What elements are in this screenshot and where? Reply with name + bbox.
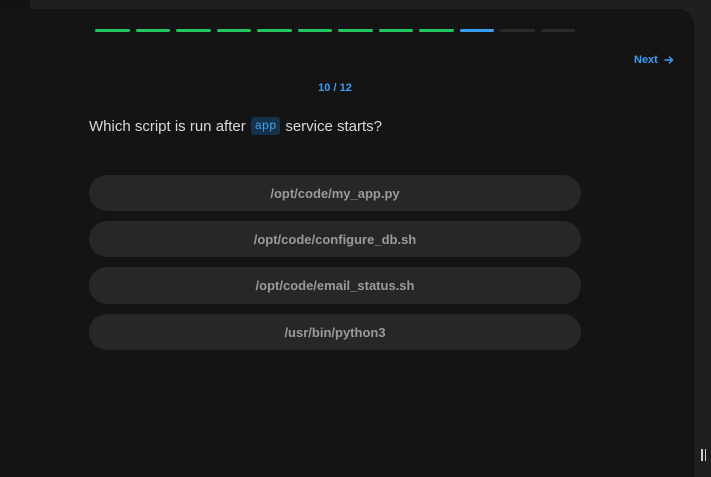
resize-grip-icon[interactable]: [701, 449, 706, 461]
next-button-label: Next: [634, 54, 658, 66]
inline-code: app: [250, 117, 281, 135]
answer-option-3[interactable]: /opt/code/email_status.sh: [89, 267, 581, 304]
grip-line: [701, 449, 703, 461]
progress-segment-9: [419, 29, 454, 32]
answer-option-1[interactable]: /opt/code/my_app.py: [89, 175, 581, 211]
question-counter: 10 / 12: [318, 82, 352, 94]
progress-segment-7: [338, 29, 373, 32]
progress-segment-6: [297, 29, 332, 32]
progress-segment-10: [459, 29, 494, 32]
next-button[interactable]: Next: [634, 54, 674, 66]
window-gutter: [694, 0, 711, 477]
question-text: Which script is run after app service st…: [89, 117, 382, 135]
progress-segment-5: [257, 29, 292, 32]
answer-option-4[interactable]: /usr/bin/python3: [89, 314, 581, 350]
answer-option-2[interactable]: /opt/code/configure_db.sh: [89, 221, 581, 257]
top-left-strip: [0, 0, 30, 9]
progress-bar: [95, 29, 575, 32]
progress-segment-4: [216, 29, 251, 32]
progress-segment-1: [95, 29, 130, 32]
progress-segment-3: [176, 29, 211, 32]
progress-segment-12: [540, 29, 575, 32]
answer-options: /opt/code/my_app.py /opt/code/configure_…: [89, 175, 581, 350]
progress-segment-11: [500, 29, 535, 32]
grip-line: [704, 449, 706, 461]
progress-segment-2: [135, 29, 170, 32]
arrow-right-icon: [664, 55, 674, 65]
question-text-before: Which script is run after: [89, 117, 246, 135]
progress-segment-8: [378, 29, 413, 32]
question-text-after: service starts?: [285, 117, 383, 135]
